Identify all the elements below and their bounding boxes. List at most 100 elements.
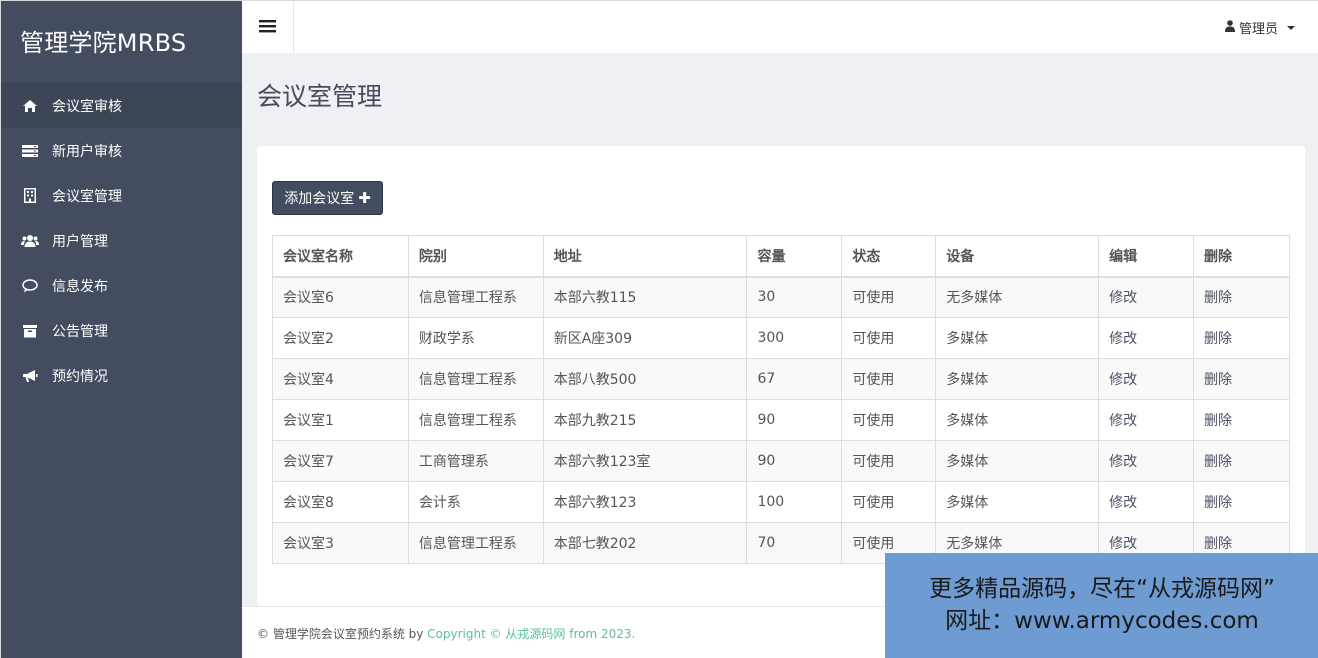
user-menu-dropdown[interactable]: 管理员 [1224, 18, 1295, 37]
caret-down-icon [1287, 25, 1295, 30]
column-header: 地址 [542, 235, 748, 278]
edit-cell: 修改 [1098, 481, 1195, 523]
sidebar-item-room-review[interactable]: 会议室审核 [1, 83, 242, 128]
watermark-banner: 更多精品源码，尽在“从戎源码网” 网址：www.armycodes.com [885, 553, 1318, 658]
room-name-cell: 会议室3 [272, 522, 409, 564]
capacity-cell: 300 [746, 317, 843, 359]
address-cell: 本部六教115 [542, 276, 748, 318]
department-cell: 信息管理工程系 [407, 399, 544, 441]
column-header: 会议室名称 [272, 235, 409, 278]
home-icon [21, 98, 39, 114]
table-row: 会议室2 财政学系 新区A座309 300 可使用 多媒体 修改 删除 [272, 317, 1290, 359]
bullhorn-icon [21, 368, 39, 384]
room-name-cell: 会议室1 [272, 399, 409, 441]
department-cell: 财政学系 [407, 317, 544, 359]
equipment-cell: 多媒体 [935, 317, 1100, 359]
watermark-line-2: 网址：www.armycodes.com [945, 608, 1259, 634]
sidebar-item-label: 用户管理 [52, 233, 108, 250]
edit-link[interactable]: 修改 [1109, 454, 1137, 470]
table-row: 会议室7 工商管理系 本部六教123室 90 可使用 多媒体 修改 删除 [272, 440, 1290, 482]
equipment-cell: 多媒体 [935, 399, 1100, 441]
department-cell: 信息管理工程系 [407, 358, 544, 400]
delete-link[interactable]: 删除 [1204, 454, 1232, 470]
sidebar-item-label: 信息发布 [52, 278, 108, 295]
sidebar-item-user-management[interactable]: 用户管理 [1, 218, 242, 263]
edit-cell: 修改 [1098, 317, 1195, 359]
edit-link[interactable]: 修改 [1109, 290, 1137, 306]
capacity-cell: 70 [746, 522, 843, 564]
capacity-cell: 30 [746, 276, 843, 318]
column-header: 院别 [407, 235, 544, 278]
app-window: 管理学院MRBS 会议室审核 新用户审核 会议室管理 用户管理 信息发布 公告管… [0, 0, 1318, 658]
capacity-cell: 90 [746, 440, 843, 482]
column-header: 状态 [841, 235, 937, 278]
sidebar-item-new-user-review[interactable]: 新用户审核 [1, 128, 242, 173]
edit-link[interactable]: 修改 [1109, 372, 1137, 388]
department-cell: 工商管理系 [407, 440, 544, 482]
edit-link[interactable]: 修改 [1109, 495, 1137, 511]
brand-title[interactable]: 管理学院MRBS [1, 1, 242, 83]
department-cell: 信息管理工程系 [407, 522, 544, 564]
server-icon [21, 143, 39, 159]
column-header: 删除 [1193, 235, 1290, 278]
edit-link[interactable]: 修改 [1109, 536, 1137, 552]
status-cell: 可使用 [841, 440, 937, 482]
status-cell: 可使用 [841, 317, 937, 359]
address-cell: 本部八教500 [542, 358, 748, 400]
column-header: 容量 [746, 235, 843, 278]
table-row: 会议室8 会计系 本部六教123 100 可使用 多媒体 修改 删除 [272, 481, 1290, 523]
status-cell: 可使用 [841, 399, 937, 441]
table-row: 会议室4 信息管理工程系 本部八教500 67 可使用 多媒体 修改 删除 [272, 358, 1290, 400]
sidebar-item-label: 新用户审核 [52, 143, 122, 160]
users-icon [21, 233, 39, 249]
user-menu-label: 管理员 [1238, 22, 1278, 37]
delete-link[interactable]: 删除 [1204, 413, 1232, 429]
user-icon [1224, 19, 1235, 36]
room-name-cell: 会议室2 [272, 317, 409, 359]
delete-cell: 删除 [1193, 440, 1290, 482]
plus-icon: ✚ [358, 189, 371, 207]
delete-link[interactable]: 删除 [1204, 495, 1232, 511]
watermark-line-1: 更多精品源码，尽在“从戎源码网” [929, 576, 1275, 602]
room-name-cell: 会议室8 [272, 481, 409, 523]
status-cell: 可使用 [841, 358, 937, 400]
address-cell: 新区A座309 [542, 317, 748, 359]
capacity-cell: 100 [746, 481, 843, 523]
sidebar-item-room-management[interactable]: 会议室管理 [1, 173, 242, 218]
delete-link[interactable]: 删除 [1204, 372, 1232, 388]
comment-icon [21, 278, 39, 294]
capacity-cell: 90 [746, 399, 843, 441]
sidebar: 管理学院MRBS 会议室审核 新用户审核 会议室管理 用户管理 信息发布 公告管… [1, 1, 242, 658]
hamburger-icon [259, 18, 276, 37]
edit-link[interactable]: 修改 [1109, 331, 1137, 347]
delete-cell: 删除 [1193, 358, 1290, 400]
status-cell: 可使用 [841, 481, 937, 523]
equipment-cell: 无多媒体 [935, 276, 1100, 318]
footer-copyright-link[interactable]: Copyright © 从戎源码网 from 2023. [427, 627, 635, 641]
add-room-button[interactable]: 添加会议室 ✚ [272, 181, 383, 215]
edit-cell: 修改 [1098, 440, 1195, 482]
sidebar-item-reservations[interactable]: 预约情况 [1, 353, 242, 398]
table-row: 会议室1 信息管理工程系 本部九教215 90 可使用 多媒体 修改 删除 [272, 399, 1290, 441]
delete-link[interactable]: 删除 [1204, 331, 1232, 347]
edit-link[interactable]: 修改 [1109, 413, 1137, 429]
room-name-cell: 会议室6 [272, 276, 409, 318]
table-row: 会议室6 信息管理工程系 本部六教115 30 可使用 无多媒体 修改 删除 [272, 276, 1290, 318]
room-name-cell: 会议室4 [272, 358, 409, 400]
table-header-row: 会议室名称 院别 地址 容量 状态 设备 编辑 删除 [272, 235, 1290, 278]
delete-cell: 删除 [1193, 317, 1290, 359]
delete-link[interactable]: 删除 [1204, 536, 1232, 552]
edit-cell: 修改 [1098, 399, 1195, 441]
content-panel: 添加会议室 ✚ 会议室名称 院别 地址 容量 状态 设备 编辑 删除 会议室6 … [257, 146, 1305, 606]
equipment-cell: 多媒体 [935, 481, 1100, 523]
menu-toggle-button[interactable] [242, 1, 294, 53]
rooms-table: 会议室名称 院别 地址 容量 状态 设备 编辑 删除 会议室6 信息管理工程系 [272, 235, 1290, 564]
column-header: 设备 [935, 235, 1100, 278]
sidebar-item-notice-management[interactable]: 公告管理 [1, 308, 242, 353]
sidebar-item-info-publish[interactable]: 信息发布 [1, 263, 242, 308]
page-title: 会议室管理 [257, 82, 383, 111]
department-cell: 信息管理工程系 [407, 276, 544, 318]
delete-link[interactable]: 删除 [1204, 290, 1232, 306]
capacity-cell: 67 [746, 358, 843, 400]
delete-cell: 删除 [1193, 481, 1290, 523]
